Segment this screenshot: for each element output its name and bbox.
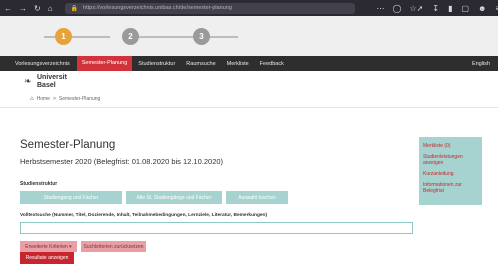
nav-item-feedback[interactable]: Feedback	[260, 61, 284, 67]
browser-nav-buttons: ← → ↻ ⌂	[4, 4, 53, 13]
reset-criteria-button[interactable]: Suchkriterien zurücksetzen	[81, 241, 146, 252]
page-title: Semester-Planung	[20, 139, 116, 151]
sidebar-item-belegfrist-info[interactable]: Informationen zur Belegfrist	[423, 182, 478, 194]
search-option-buttons: Erweiterte Kriterien ▾ Suchkriterien zur…	[20, 241, 146, 252]
download-icon[interactable]: ↧	[432, 4, 439, 13]
browser-toolbar: ← → ↻ ⌂ 🔒 https://vorlesungsverzeichnis.…	[0, 0, 498, 16]
nav-item-studienstruktur[interactable]: Studienstruktur	[138, 61, 175, 67]
sidebar-item-merkliste[interactable]: Merkliste (0)	[423, 143, 478, 149]
studienstruktur-label: Studienstruktur	[20, 181, 58, 187]
sidebar-item-kurzanleitung[interactable]: Kurzanleitung	[423, 171, 478, 177]
library-icon[interactable]: ▮	[448, 4, 452, 13]
account-icon[interactable]: ☻	[478, 4, 486, 13]
forward-icon[interactable]: →	[19, 4, 27, 13]
progress-steps: 1 2 3	[0, 16, 498, 56]
step-1[interactable]: 1	[55, 28, 72, 45]
language-switch[interactable]: English	[472, 61, 490, 67]
step-connector	[44, 36, 110, 38]
breadcrumb-home[interactable]: Home	[37, 96, 50, 102]
main-navigation: Vorlesungsverzeichnis Semester-Planung S…	[0, 56, 498, 71]
toolbar-icons: ➚ ↧ ▮ ▢ ☻ ≡	[417, 4, 498, 13]
home-icon[interactable]: ⌂	[48, 4, 53, 13]
logo-text-line2: Basel	[37, 82, 56, 89]
breadcrumb-current: Semester-Planung	[58, 96, 101, 102]
step-2[interactable]: 2	[122, 28, 139, 45]
home-icon[interactable]: ⌂	[30, 96, 34, 102]
nav-item-vorlesungsverzeichnis[interactable]: Vorlesungsverzeichnis	[15, 61, 70, 67]
reload-icon[interactable]: ↻	[34, 4, 41, 13]
all-studiengaenge-button[interactable]: Alle St. Studiengänge und Fächer	[126, 191, 222, 204]
sidebar-panel: Merkliste (0) Studienleistungen anzeigen…	[419, 137, 482, 205]
header-divider	[0, 107, 498, 108]
extension-icon[interactable]: ➚	[417, 4, 424, 13]
university-logo[interactable]: ❧ Universit Basel	[24, 72, 110, 92]
bookmark-star-icon[interactable]: ☆	[410, 4, 417, 13]
address-bar-actions: ⋯ ◯ ☆	[377, 4, 417, 13]
show-results-button[interactable]: Resultate anzeigen	[20, 252, 74, 264]
semester-subtitle: Herbstsemester 2020 (Belegfrist: 01.08.2…	[20, 157, 224, 166]
breadcrumb: ⌂ Home > Semester-Planung	[30, 96, 100, 102]
sidebar-toggle-icon[interactable]: ▢	[461, 4, 469, 13]
studiengang-button[interactable]: Studiengang und Fächer	[20, 191, 122, 204]
step-3[interactable]: 3	[193, 28, 210, 45]
nav-item-semester-planung[interactable]: Semester-Planung	[76, 56, 133, 71]
nav-item-raumsuche[interactable]: Raumsuche	[186, 61, 215, 67]
back-icon[interactable]: ←	[4, 4, 12, 13]
clear-selection-button[interactable]: Auswahl loschen	[226, 191, 288, 204]
basilisk-logo-icon: ❧	[24, 76, 32, 86]
sidebar-item-studienleistungen[interactable]: Studienleistungen anzeigen	[423, 154, 478, 166]
logo-text-line1: Universit	[37, 74, 67, 81]
fulltext-search-input[interactable]	[20, 222, 413, 234]
pocket-icon[interactable]: ◯	[393, 4, 402, 13]
lock-icon: 🔒	[70, 5, 79, 12]
address-bar[interactable]: 🔒 https://vorlesungsverzeichnis.unibas.c…	[64, 2, 355, 14]
step-connector	[210, 36, 238, 38]
studienstruktur-buttons: Studiengang und Fächer Alle St. Studieng…	[20, 191, 288, 204]
nav-item-merkliste[interactable]: Merkliste	[227, 61, 249, 67]
fulltext-search-label: Volltextsuche (Nummer, Titel, Dozierende…	[20, 213, 268, 218]
advanced-criteria-button[interactable]: Erweiterte Kriterien ▾	[20, 241, 77, 252]
page-actions-icon[interactable]: ⋯	[377, 4, 385, 13]
breadcrumb-separator: >	[52, 96, 56, 102]
url-text: https://vorlesungsverzeichnis.unibas.ch/…	[83, 5, 232, 11]
